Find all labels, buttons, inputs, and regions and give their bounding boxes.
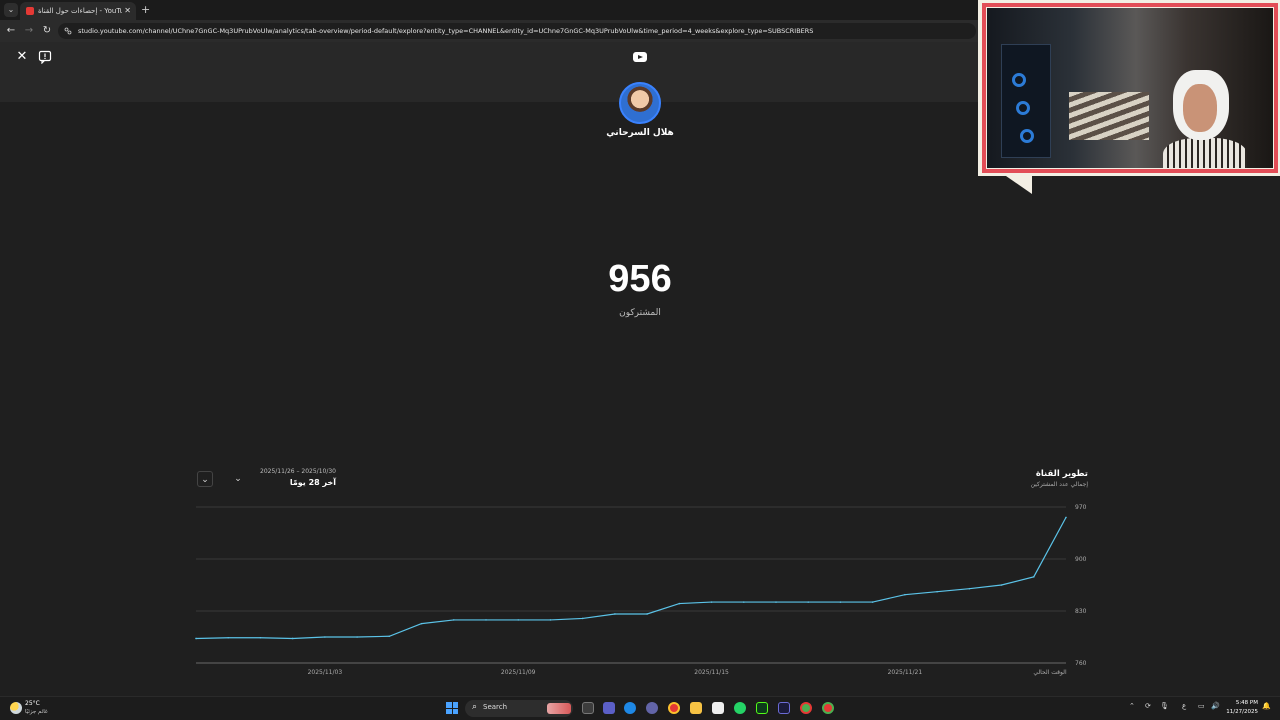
sync-icon[interactable]: ⟳ [1145,702,1151,710]
search-icon: ⌕ [472,702,478,712]
whatsapp-icon[interactable] [734,702,746,714]
tray-overflow-icon[interactable]: ⌃ [1129,702,1135,710]
data-point[interactable] [356,636,358,638]
data-point[interactable] [904,593,906,596]
data-point[interactable] [581,617,584,620]
language-indicator[interactable]: ع [1182,702,1186,710]
chrome-profile-icon[interactable] [822,702,834,714]
kick-icon[interactable] [756,702,768,714]
x-tick-label: 2025/11/09 [501,669,536,676]
chart-title: تطوير القناة [1035,469,1088,479]
weather-icon[interactable] [10,702,22,714]
data-point[interactable] [1065,516,1067,519]
data-point[interactable] [227,636,230,639]
search-highlight-icon [547,703,571,714]
store-icon[interactable] [712,702,724,714]
series-line[interactable] [195,517,1067,640]
data-point[interactable] [1000,584,1003,586]
subscriber-label: المشتركون [619,308,661,318]
date-range: 2025/11/26 – 2025/10/30 [260,468,336,475]
data-point[interactable] [678,602,681,605]
back-arrow-icon[interactable]: ← [4,24,18,38]
x-tick-label: 2025/11/03 [308,669,343,676]
data-point[interactable] [646,613,648,615]
edge-icon[interactable] [624,702,636,714]
volume-icon[interactable]: 🔊 [1211,702,1220,710]
new-tab-button[interactable]: + [141,2,150,18]
data-point[interactable] [710,601,713,603]
obs-icon[interactable] [778,702,790,714]
x-tick-label: 2025/11/21 [888,669,923,676]
x-tick-label: 2025/11/15 [694,669,729,676]
feedback-icon[interactable] [38,50,52,64]
data-point[interactable] [485,619,487,621]
data-point[interactable] [775,601,777,603]
x-tick-label: الوقت الحالي [1033,669,1067,676]
tab-close-icon[interactable]: ✕ [124,5,131,17]
tab-title: إحصاءات حول القناة - YouTube Studio [38,7,122,15]
forward-arrow-icon[interactable]: → [22,24,36,38]
subscriber-count: 956 [608,258,672,300]
data-point[interactable] [614,613,616,615]
data-point[interactable] [195,637,197,640]
y-tick-label: 760 [1075,660,1087,667]
data-point[interactable] [388,635,391,638]
weather-temp[interactable]: 25°C [25,700,40,707]
data-point[interactable] [968,587,971,590]
file-explorer-icon[interactable] [690,702,702,714]
reload-icon[interactable]: ↻ [40,24,54,38]
screen: ⌄ إحصاءات حول القناة - YouTube Studio ✕ … [0,0,1280,720]
data-point[interactable] [452,619,455,621]
channel-name: هلال السرحاني [606,128,674,138]
y-tick-label: 900 [1075,556,1087,563]
network-icon[interactable]: ▭ [1198,702,1205,710]
start-icon[interactable] [446,702,458,714]
clock-time[interactable]: 5:48 PM [1228,700,1258,706]
data-point[interactable] [807,601,810,603]
y-tick-label: 830 [1075,608,1087,615]
mic-icon[interactable]: 🎙 [1160,702,1169,710]
data-point[interactable] [1032,576,1035,578]
data-point[interactable] [291,637,294,640]
data-point[interactable] [839,601,842,603]
notification-icon[interactable]: 🔔 [1262,702,1271,710]
data-point[interactable] [871,601,874,603]
data-point[interactable] [259,636,262,639]
channel-avatar [619,82,661,124]
data-point[interactable] [936,590,938,593]
weather-description[interactable]: غائم جزئيًا [25,709,48,715]
webcam-border [982,3,1278,173]
youtube-favicon-icon [26,7,34,15]
subscriber-line-chart[interactable]: 970 900 830 760 2025/11/03 2025/11/09 2025/11/… [0,495,1280,685]
browser-tab[interactable]: إحصاءات حول القناة - YouTube Studio ✕ [20,2,136,20]
teams-icon[interactable] [603,702,615,714]
y-tick-label: 970 [1075,504,1087,511]
webcam-speech-tail [1006,176,1032,194]
close-icon[interactable]: ✕ [14,49,30,65]
chart-subtitle: إجمالي عدد المشتركين [1030,481,1088,488]
tab-list-button[interactable]: ⌄ [4,3,18,17]
data-point[interactable] [420,622,423,625]
data-point[interactable] [324,636,326,638]
period-label: آخر 28 يومًا [289,478,336,487]
url-text: studio.youtube.com/channel/UChne7GnGC-Mq… [78,27,814,35]
windows-taskbar: 25°C غائم جزئيًا ⌕ Search ⌃ ⟳ 🎙 ع ▭ 🔊 5:… [0,696,1280,720]
chrome-icon[interactable] [800,702,812,714]
data-point[interactable] [549,619,552,621]
task-view-icon[interactable] [582,702,594,714]
youtube-logo-icon [633,52,647,62]
site-info-icon[interactable] [64,27,72,35]
address-bar[interactable]: studio.youtube.com/channel/UChne7GnGC-Mq… [58,23,976,39]
copilot-icon[interactable] [646,702,658,714]
metric-dropdown-button[interactable]: ⌄ [197,471,213,487]
search-label: Search [483,703,508,711]
taskbar-search[interactable]: ⌕ Search [465,700,573,717]
data-point[interactable] [517,619,520,621]
clock-date[interactable]: 11/27/2025 [1224,709,1258,715]
chrome-app-icon[interactable] [668,702,680,714]
data-point[interactable] [742,601,745,603]
